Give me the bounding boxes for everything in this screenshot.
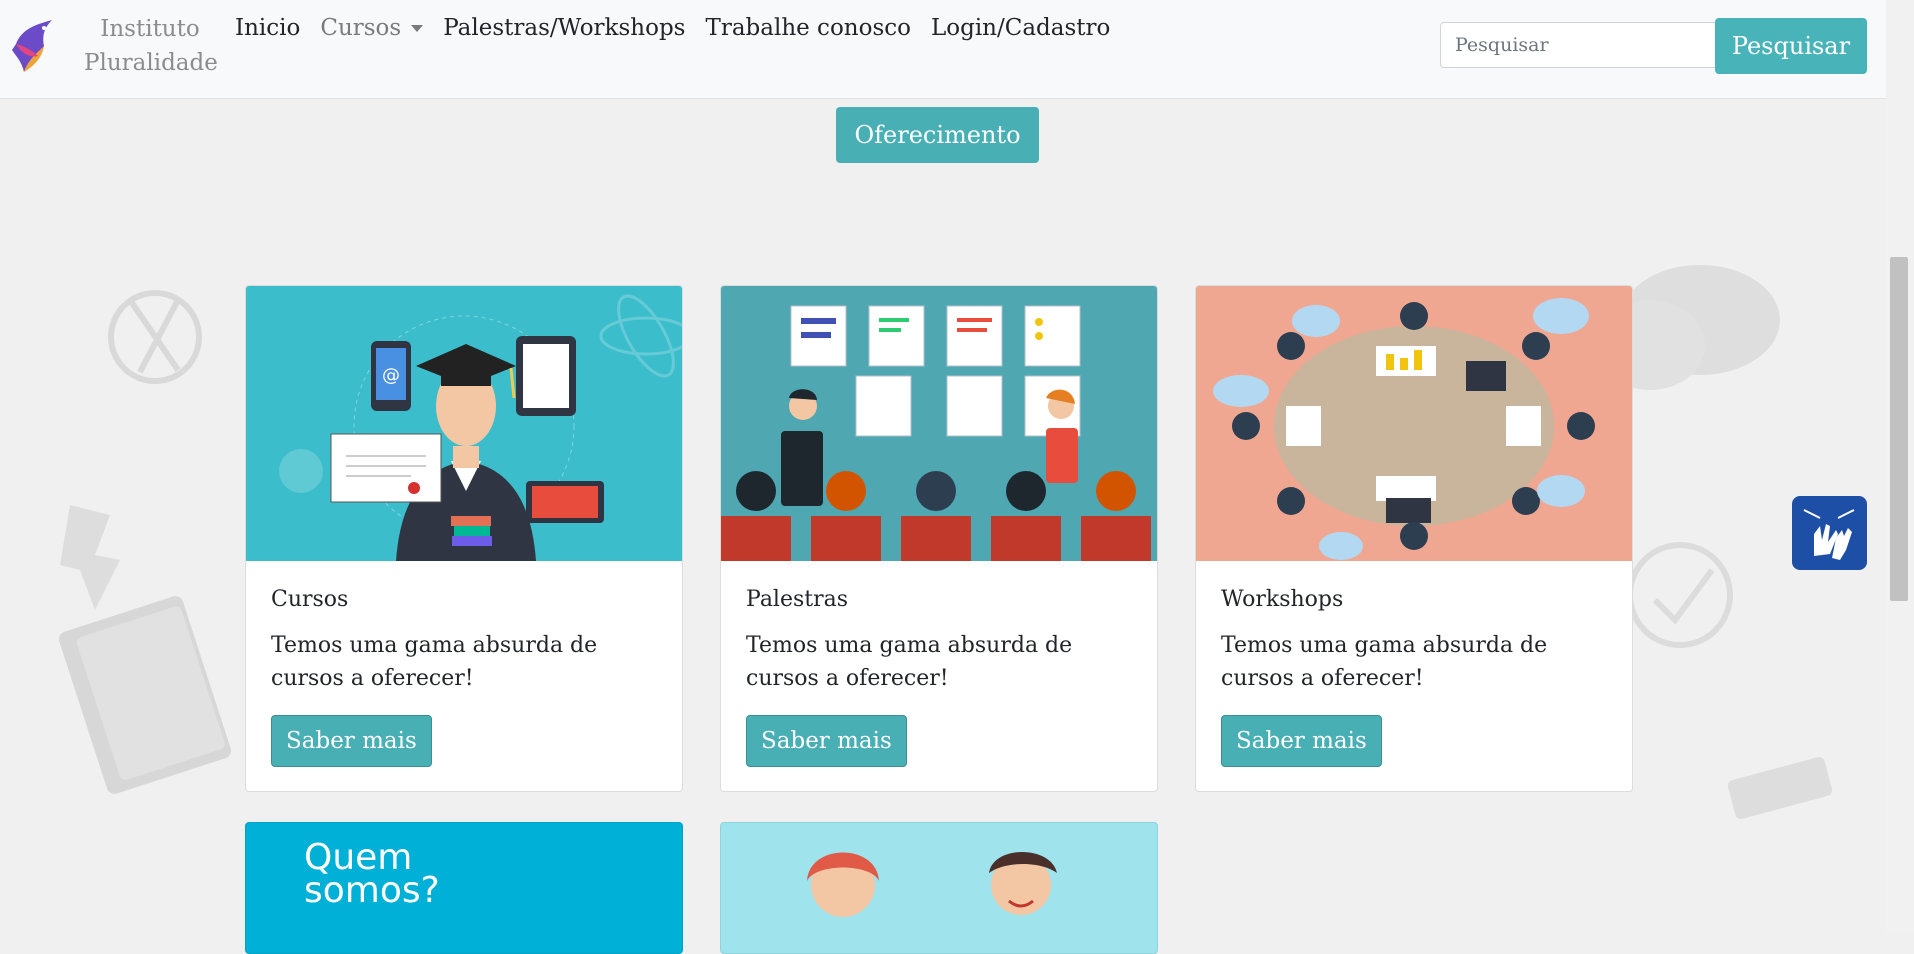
brand-line-1: Instituto (100, 16, 200, 42)
people-illustration-icon (807, 852, 1057, 917)
graduate-illustration-icon: @ (279, 294, 682, 561)
oferecimento-button[interactable]: Oferecimento (836, 107, 1039, 163)
chevron-down-icon (411, 24, 424, 32)
card-title: Cursos (271, 587, 349, 612)
card-workshops-body: Workshops Temos uma gama absurda de curs… (1196, 561, 1632, 791)
libras-accessibility-widget[interactable] (1792, 496, 1867, 570)
card-workshops-image (1196, 286, 1632, 561)
saber-mais-button[interactable]: Saber mais (746, 715, 907, 767)
hand-sign-language-icon (1803, 509, 1855, 560)
card-cursos-image: @ (246, 286, 682, 561)
nav-inicio[interactable]: Inicio (235, 11, 300, 45)
somos-text: somos? (304, 870, 440, 911)
saber-mais-button[interactable]: Saber mais (271, 715, 432, 767)
card-palestras-body: Palestras Temos uma gama absurda de curs… (721, 561, 1157, 791)
nav-links: Inicio Cursos Palestras/Workshops Trabal… (235, 11, 1130, 45)
brand-name[interactable]: Instituto Pluralidade (84, 12, 218, 80)
brand-line-2: Pluralidade (84, 50, 218, 76)
card-workshops: Workshops Temos uma gama absurda de curs… (1195, 285, 1633, 792)
nav-login-cadastro[interactable]: Login/Cadastro (931, 11, 1110, 45)
card-title: Palestras (746, 587, 849, 612)
nav-cursos-label: Cursos (320, 15, 402, 41)
card-people (720, 822, 1158, 954)
card-cursos: @ Cursos Temos uma gama absurda de curso… (245, 285, 683, 792)
card-text: Temos uma gama absurda de cursos a ofere… (1221, 633, 1548, 691)
card-palestras: Palestras Temos uma gama absurda de curs… (720, 285, 1158, 792)
card-quem-somos: Quem somos? (245, 822, 683, 954)
search-button[interactable]: Pesquisar (1715, 18, 1867, 74)
presentation-illustration-icon (721, 305, 1151, 561)
hummingbird-logo-icon[interactable] (8, 16, 58, 74)
scrollbar-thumb[interactable] (1890, 257, 1908, 601)
nav-palestras-workshops[interactable]: Palestras/Workshops (443, 11, 685, 45)
card-title: Workshops (1221, 587, 1344, 612)
card-text: Temos uma gama absurda de cursos a ofere… (271, 633, 598, 691)
saber-mais-button[interactable]: Saber mais (1221, 715, 1382, 767)
nav-trabalhe-conosco[interactable]: Trabalhe conosco (705, 11, 911, 45)
card-palestras-image (721, 286, 1157, 561)
navbar: Instituto Pluralidade Inicio Cursos Pale… (0, 0, 1886, 99)
svg-text:@: @ (382, 365, 400, 386)
nav-cursos-dropdown[interactable]: Cursos (320, 11, 424, 45)
card-cursos-body: Cursos Temos uma gama absurda de cursos … (246, 561, 682, 791)
quem-somos-image-text: Quem somos? (304, 840, 440, 911)
card-text: Temos uma gama absurda de cursos a ofere… (746, 633, 1073, 691)
meeting-table-illustration-icon (1213, 298, 1595, 560)
search-input[interactable] (1440, 22, 1738, 68)
